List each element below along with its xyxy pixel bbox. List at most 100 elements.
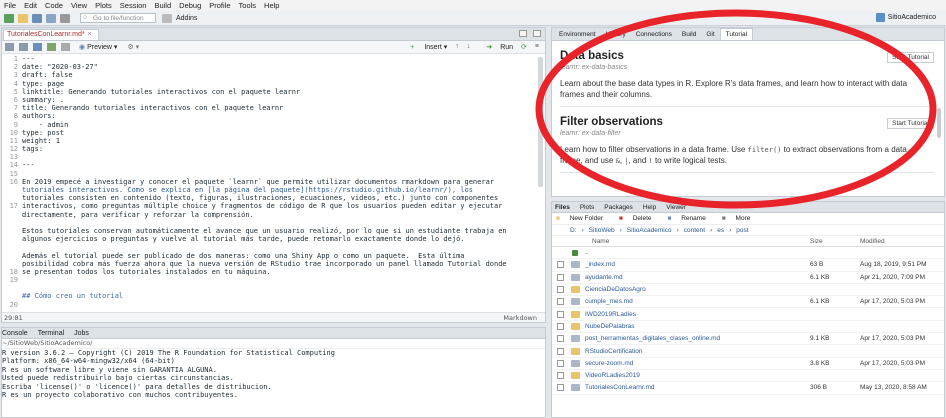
tab-history[interactable]: History	[601, 29, 631, 40]
tab-viewer[interactable]: Viewer	[666, 204, 686, 211]
row-checkbox[interactable]	[557, 273, 564, 281]
close-icon[interactable]: ×	[88, 31, 92, 38]
code-lines[interactable]: --- date: "2020-03-27" draft: false type: p…	[22, 55, 534, 308]
code-line[interactable]: authors:	[22, 112, 534, 120]
tab-connections[interactable]: Connections	[631, 29, 677, 40]
code-line[interactable]	[22, 170, 534, 178]
row-checkbox[interactable]	[557, 261, 564, 269]
breadcrumb-item[interactable]: D:	[570, 227, 577, 234]
start-tutorial-button[interactable]: Start Tutorial	[887, 52, 934, 63]
menu-item-build[interactable]: Build	[154, 1, 171, 10]
insert-button[interactable]: + Insert ▾	[402, 43, 447, 51]
file-name[interactable]: ..	[585, 249, 589, 256]
code-line[interactable]: summary: .	[22, 96, 534, 104]
code-line[interactable]: date: "2020-03-27"	[22, 63, 534, 71]
code-line[interactable]: weight: 1	[22, 137, 534, 145]
code-line[interactable]: type: post	[22, 129, 534, 137]
start-tutorial-button[interactable]: Start Tutorial	[887, 118, 934, 129]
rename-button[interactable]: ■ Rename	[668, 215, 714, 222]
file-name[interactable]: RStudioCertification	[585, 348, 642, 355]
spellcheck-icon[interactable]	[47, 43, 56, 51]
grid-icon[interactable]	[162, 13, 172, 23]
addins-menu[interactable]: Addins	[176, 15, 197, 22]
code-line[interactable]: interactivos, como preguntas múltiple ch…	[22, 202, 534, 210]
file-row[interactable]: VideoRLadies2019	[552, 370, 944, 383]
code-line[interactable]: title: Generando tutoriales interactivos…	[22, 104, 534, 112]
row-checkbox[interactable]	[557, 372, 564, 380]
code-line[interactable]: se presentan todos los tutoriales instal…	[22, 268, 534, 276]
code-line[interactable]	[22, 153, 534, 161]
code-area[interactable]: 1234567891011121314151617181920212223242…	[2, 54, 545, 308]
open-folder-icon[interactable]	[18, 13, 28, 23]
code-line[interactable]: draft: false	[22, 71, 534, 79]
menu-item-file[interactable]: File	[4, 1, 16, 10]
code-line[interactable]: ---	[22, 161, 534, 169]
print-icon[interactable]	[60, 13, 70, 23]
menu-item-view[interactable]: View	[71, 1, 87, 10]
row-checkbox[interactable]	[557, 359, 564, 367]
tab-files[interactable]: Files	[555, 204, 570, 211]
code-line[interactable]	[22, 301, 534, 308]
gear-icon[interactable]: ⚙ ▾	[127, 43, 139, 51]
tab-environment[interactable]: Environment	[554, 29, 601, 40]
menu-icon[interactable]: ≡	[535, 43, 539, 51]
code-line[interactable]: ## Cómo creo un tutorial	[22, 292, 534, 300]
menu-item-plots[interactable]: Plots	[95, 1, 112, 10]
code-line[interactable]: directamente, para verificar y reforzar …	[22, 211, 534, 219]
file-row[interactable]: ayudante.md 6.1 KB Apr 21, 2020, 7:09 PM	[552, 272, 944, 284]
save-icon[interactable]	[33, 43, 42, 51]
code-line[interactable]: ---	[22, 55, 534, 63]
row-checkbox[interactable]	[557, 335, 564, 343]
console-output[interactable]: R version 3.6.2 — Copyright (C) 2019 The…	[2, 349, 545, 399]
file-row[interactable]: post_herramientas_digitales_clases_onlin…	[552, 333, 944, 346]
modified-column-header[interactable]: Modified	[860, 238, 885, 245]
tutorial-scrollbar[interactable]	[937, 108, 941, 138]
file-row[interactable]: CienciaDeDatosAgro	[552, 284, 944, 297]
tab-build[interactable]: Build	[677, 29, 701, 40]
preview-button[interactable]: ◉ Preview ▾	[79, 43, 117, 51]
file-row[interactable]: _index.md 63 B Aug 18, 2019, 9:51 PM	[552, 259, 944, 272]
code-line[interactable]: Estos tutoriales conservan automáticamen…	[22, 227, 534, 235]
file-name[interactable]: post_herramientas_digitales_clases_onlin…	[585, 335, 720, 342]
menu-item-debug[interactable]: Debug	[179, 1, 201, 10]
file-mode[interactable]: Markdown	[503, 314, 537, 322]
code-line[interactable]: - admin	[22, 121, 534, 129]
code-line[interactable]: type: page	[22, 80, 534, 88]
file-row[interactable]: TutorialesConLearnr.md 306 B May 13, 2020,…	[552, 382, 944, 395]
row-checkbox[interactable]	[557, 347, 564, 355]
file-name[interactable]: _index.md	[585, 261, 615, 268]
code-line[interactable]: tutoriales interactivos. Como se explica…	[22, 186, 534, 194]
new-file-icon[interactable]	[4, 13, 14, 23]
file-row[interactable]: ..	[552, 247, 944, 260]
delete-button[interactable]: ■ Delete	[619, 215, 660, 222]
breadcrumb-item[interactable]: content	[684, 227, 705, 234]
editor-scrollbar[interactable]	[538, 57, 543, 187]
row-checkbox[interactable]	[557, 322, 564, 330]
file-name[interactable]: ayudante.md	[585, 274, 623, 281]
breadcrumb-item[interactable]: SitioAcademico	[627, 227, 672, 234]
more-button[interactable]: ■ More	[722, 215, 759, 222]
row-checkbox[interactable]	[557, 286, 564, 294]
code-line[interactable]: posibilidad cobra más fuerza ahora que l…	[22, 260, 534, 268]
tab-terminal[interactable]: Terminal	[38, 330, 64, 337]
project-selector[interactable]: SitioAcademico	[875, 13, 936, 22]
run-button[interactable]: ➜ Run	[478, 43, 513, 51]
file-row[interactable]: secure-zoom.md 3.8 KB Apr 17, 2020, 5:03 P…	[552, 358, 944, 370]
file-row[interactable]: cumple_mes.md 6.1 KB Apr 17, 2020, 5:03 PM	[552, 296, 944, 309]
file-row[interactable]: RStudioCertification	[552, 345, 944, 358]
file-row[interactable]: NubeDePalabras	[552, 321, 944, 334]
menu-item-profile[interactable]: Profile	[209, 1, 230, 10]
code-line[interactable]: linktitle: Generando tutoriales interact…	[22, 88, 534, 96]
code-line[interactable]: algunos ejercicios o preguntas y vuelve …	[22, 235, 534, 243]
file-name[interactable]: IWD2019RLadies	[585, 311, 636, 318]
up-arrow-icon[interactable]: ↑	[455, 43, 459, 51]
file-name[interactable]: NubeDePalabras	[585, 323, 635, 330]
back-arrow-icon[interactable]	[5, 43, 14, 51]
tab-help[interactable]: Help	[643, 204, 656, 211]
search-icon[interactable]	[61, 43, 70, 51]
name-column-header[interactable]: Name	[592, 238, 609, 245]
goto-file-input[interactable]: Go to file/function	[80, 13, 156, 23]
editor-tab[interactable]: TutorialesConLearnr.md* ×	[3, 29, 99, 40]
file-name[interactable]: CienciaDeDatosAgro	[585, 286, 646, 293]
code-line[interactable]: tags:	[22, 145, 534, 153]
